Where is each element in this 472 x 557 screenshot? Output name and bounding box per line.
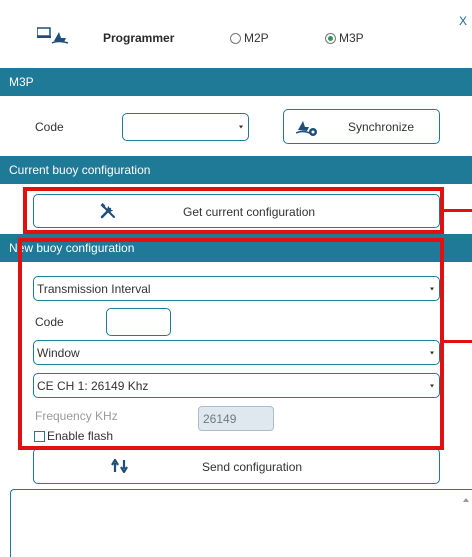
- m3p-section-header: M3P: [0, 68, 472, 96]
- tools-icon: [100, 203, 116, 222]
- transfer-arrows-icon: [111, 457, 129, 476]
- header: X Programmer M2P M3P: [0, 0, 472, 68]
- window-select[interactable]: Window: [33, 340, 440, 365]
- synchronize-icon: [295, 119, 318, 140]
- highlight-pointer-line-1: [444, 209, 472, 212]
- synchronize-label: Synchronize: [348, 120, 415, 134]
- send-config-label: Send configuration: [202, 460, 303, 474]
- frequency-input: 26149: [198, 406, 274, 431]
- new-config-code-input[interactable]: [106, 308, 171, 336]
- new-config-section-header: New buoy configuration: [0, 234, 472, 262]
- channel-select-value: CE CH 1: 26149 Khz: [37, 378, 149, 393]
- transmission-interval-value: Transmission Interval: [37, 281, 151, 296]
- send-config-button[interactable]: Send configuration: [33, 448, 440, 484]
- get-current-config-button[interactable]: Get current configuration: [33, 194, 440, 228]
- m3p-code-select[interactable]: [122, 113, 249, 141]
- scroll-up-icon[interactable]: [463, 498, 469, 502]
- chevron-down-icon: [430, 384, 434, 387]
- device-icon: [36, 26, 69, 46]
- radio-m3p[interactable]: M3P: [325, 31, 364, 45]
- log-textarea[interactable]: [10, 489, 472, 557]
- programmer-label: Programmer: [103, 31, 175, 45]
- radio-m2p-label: M2P: [244, 31, 269, 45]
- radio-m2p[interactable]: M2P: [230, 31, 269, 45]
- close-button[interactable]: X: [459, 14, 467, 28]
- enable-flash-label: Enable flash: [47, 429, 114, 443]
- radio-m3p-circle[interactable]: [325, 32, 336, 44]
- transmission-interval-select[interactable]: Transmission Interval: [33, 276, 440, 301]
- radio-m3p-label: M3P: [339, 31, 364, 45]
- get-current-config-label: Get current configuration: [183, 205, 316, 219]
- highlight-pointer-line-2: [444, 340, 472, 343]
- frequency-value: 26149: [203, 411, 237, 426]
- window-select-value: Window: [37, 345, 80, 360]
- synchronize-button[interactable]: Synchronize: [283, 109, 440, 144]
- radio-m2p-circle[interactable]: [230, 32, 241, 44]
- chevron-down-icon: [430, 287, 434, 290]
- channel-select[interactable]: CE CH 1: 26149 Khz: [33, 373, 440, 398]
- frequency-label: Frequency KHz: [35, 409, 118, 423]
- chevron-down-icon: [430, 351, 434, 354]
- new-config-code-label: Code: [35, 315, 64, 329]
- enable-flash-checkbox[interactable]: Enable flash: [34, 429, 113, 443]
- m3p-code-label: Code: [35, 120, 64, 134]
- enable-flash-box[interactable]: [34, 430, 45, 442]
- current-config-section-header: Current buoy configuration: [0, 156, 472, 184]
- chevron-down-icon: [239, 125, 243, 129]
